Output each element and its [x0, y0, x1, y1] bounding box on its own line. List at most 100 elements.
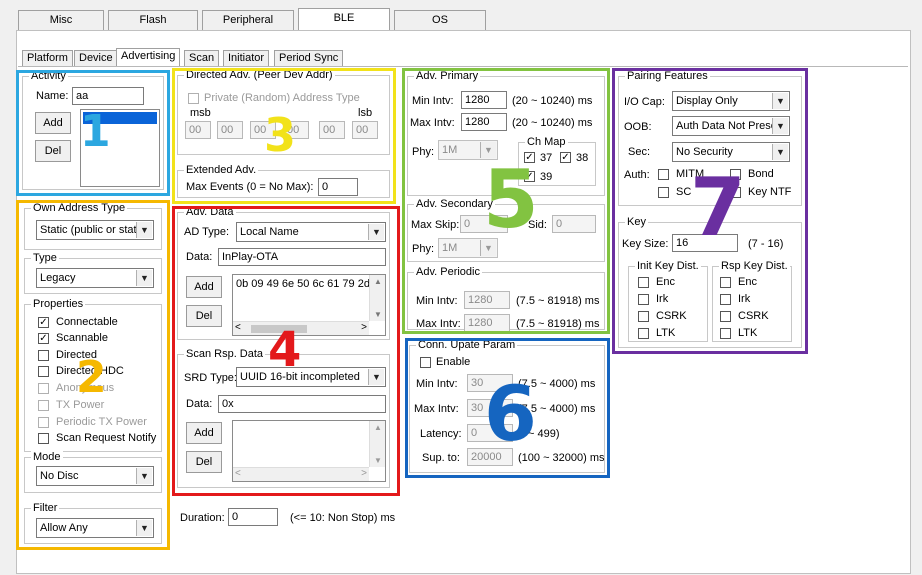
- max-events-input[interactable]: 0: [318, 178, 358, 196]
- rsp-enc-checkbox[interactable]: [720, 277, 731, 288]
- init-csrk-checkbox[interactable]: [638, 311, 649, 322]
- connectable-label: Connectable: [56, 316, 118, 328]
- primary-max-input[interactable]: 1280: [461, 113, 507, 131]
- srd-hscrollbar[interactable]: < >: [233, 467, 369, 481]
- periodic-tx-power-checkbox[interactable]: [38, 417, 49, 428]
- hex-vscrollbar[interactable]: ▲ ▼: [369, 275, 385, 321]
- srd-add-button[interactable]: Add: [186, 422, 222, 444]
- rsp-enc-label: Enc: [738, 276, 757, 288]
- type-select[interactable]: Legacy ▼: [36, 268, 154, 288]
- srd-vscrollbar[interactable]: ▲ ▼: [369, 421, 385, 467]
- mode-select[interactable]: No Disc ▼: [36, 466, 154, 486]
- annotation-number-5: 5: [483, 153, 539, 246]
- init-csrk-label: CSRK: [656, 310, 687, 322]
- scroll-left-icon[interactable]: <: [235, 468, 241, 479]
- private-address-checkbox[interactable]: [188, 93, 199, 104]
- directed-hdc-checkbox[interactable]: [38, 366, 49, 377]
- ad-type-select[interactable]: Local Name ▼: [236, 222, 386, 242]
- periodic-max-input[interactable]: 1280: [464, 314, 510, 332]
- sc-checkbox[interactable]: [658, 187, 669, 198]
- activity-add-button[interactable]: Add: [35, 112, 71, 134]
- periodic-min-input[interactable]: 1280: [464, 291, 510, 309]
- activity-del-button[interactable]: Del: [35, 140, 71, 162]
- lsb-label: lsb: [358, 107, 373, 119]
- init-enc-checkbox[interactable]: [638, 277, 649, 288]
- scroll-right-icon[interactable]: >: [361, 468, 367, 479]
- tab-os[interactable]: OS: [394, 10, 486, 30]
- tab-initiator[interactable]: Initiator: [223, 50, 270, 66]
- activity-name-input[interactable]: aa: [72, 87, 144, 105]
- sub-tab-baseline: [18, 66, 908, 67]
- scroll-up-icon[interactable]: ▲: [374, 277, 382, 286]
- ch39-label: 39: [540, 171, 553, 183]
- adv-primary-title: Adv. Primary: [414, 70, 481, 82]
- io-cap-select[interactable]: Display Only ▼: [672, 91, 790, 111]
- rsp-irk-checkbox[interactable]: [720, 294, 731, 305]
- adv-data-hex-box[interactable]: 0b 09 49 6e 50 6c 61 79 2d < > ▲ ▼: [232, 274, 386, 336]
- duration-input[interactable]: 0: [228, 508, 278, 526]
- tab-scan[interactable]: Scan: [184, 50, 220, 66]
- sec-label: Sec:: [628, 146, 651, 158]
- chevron-down-icon: ▼: [772, 93, 788, 109]
- tab-device[interactable]: Device: [74, 50, 118, 66]
- ch38-checkbox[interactable]: ✓: [560, 152, 571, 163]
- init-enc-label: Enc: [656, 276, 675, 288]
- key-size-label: Key Size:: [622, 238, 669, 250]
- properties-title: Properties: [31, 298, 86, 310]
- anonymous-checkbox[interactable]: [38, 383, 49, 394]
- oob-select[interactable]: Auth Data Not Prese ▼: [672, 116, 790, 136]
- primary-min-input[interactable]: 1280: [461, 91, 507, 109]
- srd-type-select[interactable]: UUID 16-bit incompleted ▼: [236, 367, 386, 387]
- max-skip-label: Max Skip:: [411, 219, 460, 231]
- scroll-down-icon[interactable]: ▼: [374, 456, 382, 465]
- directed-adv-title: Directed Adv. (Peer Dev Addr): [184, 69, 335, 81]
- tab-period-sync[interactable]: Period Sync: [274, 50, 344, 66]
- tab-platform[interactable]: Platform: [22, 50, 73, 66]
- tab-peripheral[interactable]: Peripheral: [202, 10, 294, 30]
- srd-data-input[interactable]: 0x: [218, 395, 386, 413]
- srd-type-label: SRD Type:: [184, 372, 237, 384]
- mitm-checkbox[interactable]: [658, 169, 669, 180]
- tx-power-checkbox[interactable]: [38, 400, 49, 411]
- scroll-right-icon[interactable]: >: [361, 322, 367, 333]
- primary-max-label: Max Intv:: [410, 117, 455, 129]
- srd-del-button[interactable]: Del: [186, 451, 222, 473]
- scroll-up-icon[interactable]: ▲: [374, 423, 382, 432]
- tab-ble[interactable]: BLE: [298, 8, 390, 30]
- scroll-left-icon[interactable]: <: [235, 322, 241, 333]
- addr-byte-2[interactable]: 00: [217, 121, 243, 139]
- init-key-dist-title: Init Key Dist.: [635, 260, 701, 272]
- max-events-label: Max Events (0 = No Max):: [186, 181, 314, 193]
- tab-flash[interactable]: Flash: [108, 10, 198, 30]
- annotation-number-2: 2: [76, 352, 107, 403]
- sid-input[interactable]: 0: [552, 215, 596, 233]
- bond-label: Bond: [748, 168, 774, 180]
- duration-label: Duration:: [180, 512, 225, 524]
- scroll-down-icon[interactable]: ▼: [374, 310, 382, 319]
- conn-enable-checkbox[interactable]: [420, 357, 431, 368]
- adv-data-add-button[interactable]: Add: [186, 276, 222, 298]
- connectable-checkbox[interactable]: ✓: [38, 317, 49, 328]
- scan-request-notify-checkbox[interactable]: [38, 433, 49, 444]
- adv-data-hex: 0b 09 49 6e 50 6c 61 79 2d: [236, 278, 370, 290]
- directed-checkbox[interactable]: [38, 350, 49, 361]
- init-irk-checkbox[interactable]: [638, 294, 649, 305]
- adv-data-del-button[interactable]: Del: [186, 305, 222, 327]
- addr-byte-6[interactable]: 00: [352, 121, 378, 139]
- sec-select[interactable]: No Security ▼: [672, 142, 790, 162]
- scannable-checkbox[interactable]: ✓: [38, 333, 49, 344]
- srd-hex-box[interactable]: < > ▲ ▼: [232, 420, 386, 482]
- rsp-csrk-checkbox[interactable]: [720, 311, 731, 322]
- tab-advertising[interactable]: Advertising: [116, 48, 181, 66]
- filter-select[interactable]: Allow Any ▼: [36, 518, 154, 538]
- tab-misc[interactable]: Misc: [18, 10, 104, 30]
- rsp-irk-label: Irk: [738, 293, 751, 305]
- chevron-down-icon: ▼: [772, 118, 788, 134]
- addr-byte-5[interactable]: 00: [319, 121, 345, 139]
- duration-hint: (<= 10: Non Stop) ms: [290, 512, 396, 524]
- init-ltk-checkbox[interactable]: [638, 328, 649, 339]
- rsp-ltk-checkbox[interactable]: [720, 328, 731, 339]
- addr-byte-1[interactable]: 00: [185, 121, 211, 139]
- adv-data-input[interactable]: InPlay-OTA: [218, 248, 386, 266]
- own-address-select[interactable]: Static (public or stat ▼: [36, 220, 154, 240]
